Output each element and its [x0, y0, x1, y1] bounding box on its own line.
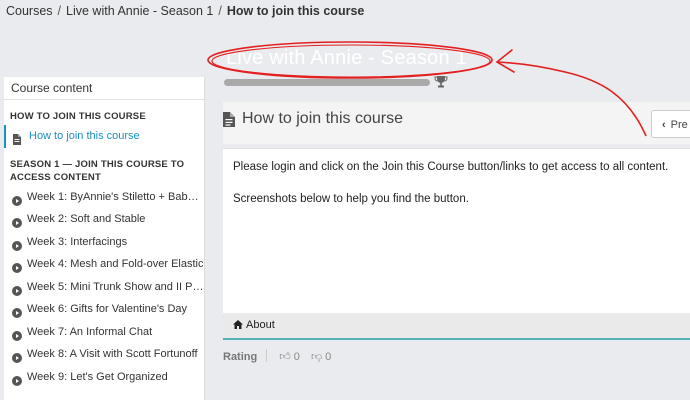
rating-row: Rating 👍︎ 0 👎︎ 0: [223, 349, 339, 363]
dislike-button[interactable]: 👎︎ 0: [311, 350, 331, 363]
sidebar-header: Course content: [4, 77, 204, 100]
document-icon: [12, 131, 22, 145]
section-title: HOW TO JOIN THIS COURSE: [10, 111, 146, 122]
lesson-item-week-6[interactable]: Week 6: Gifts for Valentine's Day: [4, 298, 204, 321]
lesson-label: Week 8: A Visit with Scott Fortunoff: [27, 348, 198, 360]
chevron-left-icon: ‹: [662, 119, 666, 131]
rating-label: Rating: [223, 351, 258, 363]
section-title: SEASON 1 — JOIN THIS COURSE TO ACCESS CO…: [10, 158, 185, 183]
lesson-label: Week 5: Mini Trunk Show and II Pillows: [27, 280, 204, 293]
breadcrumb-link-courses[interactable]: Courses: [6, 4, 53, 18]
lesson-item-week-3[interactable]: Week 3: Interfacings: [4, 231, 204, 254]
annotation-arrowhead: [495, 49, 515, 73]
dislike-count: 0: [325, 351, 332, 363]
lesson-item-week-9[interactable]: Week 9: Let's Get Organized: [4, 366, 204, 389]
lesson-item-week-1[interactable]: Week 1: ByAnnie's Stiletto + Baby Stilet…: [4, 186, 204, 209]
play-circle-icon: [12, 259, 22, 273]
divider: [266, 349, 268, 362]
previous-label: Pre: [670, 119, 688, 131]
lesson-label: Week 9: Let's Get Organized: [27, 370, 168, 383]
lesson-content: Please login and click on the Join this …: [223, 148, 690, 313]
lesson-title: How to join this course: [242, 110, 403, 127]
play-circle-icon: [12, 192, 22, 206]
like-count: 0: [293, 351, 300, 363]
breadcrumb-link-course[interactable]: Live with Annie - Season 1: [66, 4, 213, 18]
lesson-item-week-5[interactable]: Week 5: Mini Trunk Show and II Pillows: [4, 276, 204, 299]
play-circle-icon: [12, 327, 22, 341]
lesson-item-week-7[interactable]: Week 7: An Informal Chat: [4, 321, 204, 344]
breadcrumb-current: How to join this course: [226, 4, 365, 18]
previous-button[interactable]: ‹ Pre: [651, 110, 690, 138]
play-circle-icon: [12, 282, 22, 296]
lesson-label: How to join this course: [29, 130, 140, 142]
breadcrumb: Courses / Live with Annie - Season 1 / How t…: [6, 4, 364, 18]
lesson-item-week-4[interactable]: Week 4: Mesh and Fold-over Elastic: [4, 253, 204, 276]
lesson-label: Week 4: Mesh and Fold-over Elastic: [27, 258, 204, 270]
home-icon: [233, 320, 243, 329]
lesson-label: Week 2: Soft and Stable: [27, 213, 146, 225]
lesson-label: Week 1: ByAnnie's Stiletto + Baby Stilet…: [27, 190, 204, 203]
lesson-label: Week 7: An Informal Chat: [27, 325, 153, 338]
play-circle-icon: [12, 214, 22, 228]
play-circle-icon: [12, 237, 22, 251]
lesson-item-how-to-join[interactable]: How to join this course: [4, 125, 204, 148]
trophy-icon: [434, 75, 448, 89]
thumbs-down-icon: 👎︎: [310, 351, 323, 363]
content-paragraph: Please login and click on the Join this …: [233, 161, 669, 173]
course-progress-bar: [224, 79, 430, 86]
content-paragraph: Screenshots below to help you find the b…: [233, 193, 469, 205]
tab-about-label: About: [246, 319, 275, 331]
course-content-sidebar: Course content HOW TO JOIN THIS COURSE H…: [4, 77, 205, 400]
tab-about[interactable]: About: [233, 319, 275, 331]
lesson-header: How to join this course: [223, 102, 690, 144]
play-circle-icon: [12, 304, 22, 318]
thumbs-up-icon: 👍︎: [279, 351, 291, 363]
breadcrumb-separator: /: [218, 4, 222, 18]
lesson-tab-bar: About: [223, 314, 690, 340]
breadcrumb-separator: /: [57, 4, 62, 18]
document-icon: [223, 112, 235, 127]
play-circle-icon: [12, 372, 22, 386]
like-button[interactable]: 👍︎ 0: [279, 350, 300, 363]
lesson-label: Week 3: Interfacings: [27, 235, 128, 248]
course-title: Live with Annie - Season 1: [226, 47, 467, 69]
lesson-label: Week 6: Gifts for Valentine's Day: [27, 303, 188, 315]
lesson-item-week-8[interactable]: Week 8: A Visit with Scott Fortunoff: [4, 343, 204, 366]
lesson-item-week-2[interactable]: Week 2: Soft and Stable: [4, 208, 204, 231]
play-circle-icon: [12, 349, 22, 363]
